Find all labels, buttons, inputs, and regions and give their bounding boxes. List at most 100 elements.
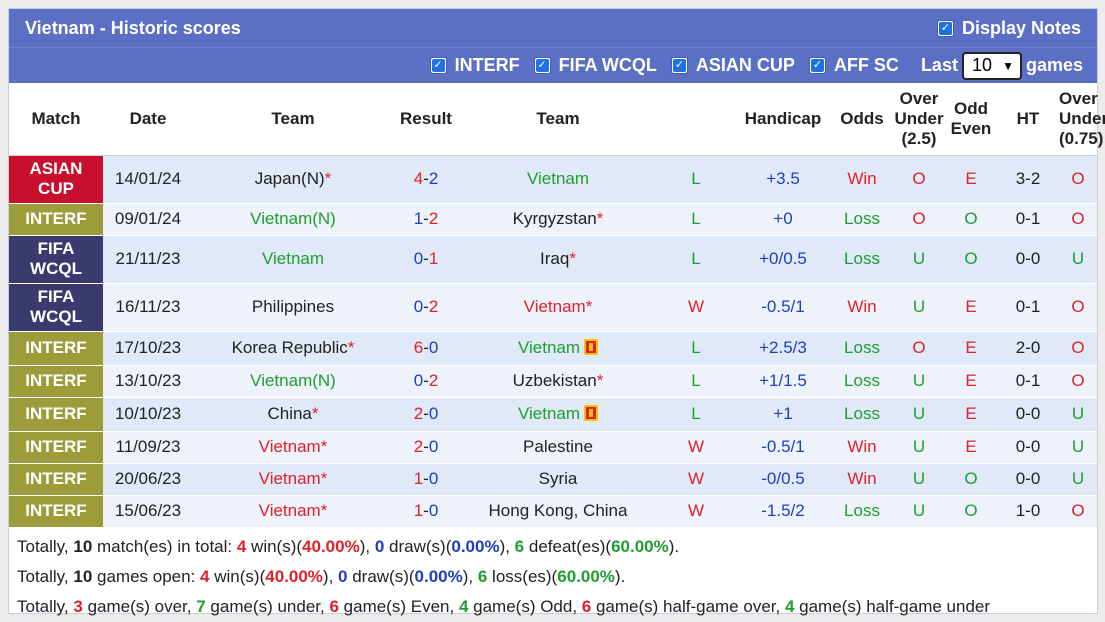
- away-team[interactable]: Kyrgyzstan*: [459, 203, 657, 236]
- odd-even-value: E: [945, 365, 997, 398]
- match-result[interactable]: 0-1: [393, 235, 459, 284]
- over-under-value: O: [893, 155, 945, 204]
- half-time-score: 2-0: [997, 331, 1059, 366]
- over-under-ht-value: U: [1059, 397, 1097, 432]
- competition-badge[interactable]: INTERF: [9, 331, 103, 366]
- filter-aff-sc-checkbox[interactable]: ✓: [808, 57, 826, 74]
- table-header-row: Match Date Team Result Team Handicap Odd…: [9, 83, 1105, 156]
- filter-fifa-wcql-checkbox[interactable]: ✓: [533, 57, 551, 74]
- title-bar: Vietnam - Historic scores ✓ Display Note…: [9, 9, 1097, 47]
- filter-fifa-wcql-label: FIFA WCQL: [558, 55, 657, 75]
- match-date: 15/06/23: [103, 495, 193, 528]
- match-result[interactable]: 2-0: [393, 397, 459, 432]
- away-team[interactable]: Vietnam: [459, 397, 657, 432]
- table-row[interactable]: INTERF 09/01/24 Vietnam(N) 1-2 Kyrgyzstan* L +…: [9, 203, 1097, 236]
- match-result[interactable]: 1-2: [393, 203, 459, 236]
- table-row[interactable]: INTERF 10/10/23 China* 2-0 Vietnam L +1 Loss U E 0…: [9, 397, 1097, 432]
- display-notes-checkbox[interactable]: ✓: [936, 19, 954, 37]
- odds-value: Loss: [831, 495, 893, 528]
- away-team[interactable]: Vietnam*: [459, 283, 657, 332]
- home-team[interactable]: Vietnam*: [193, 495, 393, 528]
- competition-badge[interactable]: INTERF: [9, 431, 103, 464]
- home-team[interactable]: Japan(N)*: [193, 155, 393, 204]
- table-row[interactable]: INTERF 17/10/23 Korea Republic* 6-0 Vietnam L…: [9, 331, 1097, 366]
- away-team[interactable]: Vietnam: [459, 331, 657, 366]
- competition-badge[interactable]: INTERF: [9, 495, 103, 528]
- odds-value: Loss: [831, 235, 893, 284]
- table-row[interactable]: FIFA WCQL 16/11/23 Philippines 0-2 Vietnam* W -…: [9, 283, 1097, 332]
- odds-value: Loss: [831, 203, 893, 236]
- match-date: 11/09/23: [103, 431, 193, 464]
- match-result[interactable]: 2-0: [393, 431, 459, 464]
- match-result[interactable]: 4-2: [393, 155, 459, 204]
- competition-badge[interactable]: INTERF: [9, 365, 103, 398]
- match-date: 17/10/23: [103, 331, 193, 366]
- match-date: 20/06/23: [103, 463, 193, 496]
- over-under-value: U: [893, 463, 945, 496]
- match-result[interactable]: 1-0: [393, 495, 459, 528]
- match-result[interactable]: 0-2: [393, 283, 459, 332]
- away-team[interactable]: Iraq*: [459, 235, 657, 284]
- col-ht: HT: [997, 83, 1059, 156]
- away-team[interactable]: Vietnam: [459, 155, 657, 204]
- filter-asian-cup-checkbox[interactable]: ✓: [670, 57, 688, 74]
- filter-interf-checkbox[interactable]: ✓: [429, 57, 447, 74]
- away-team[interactable]: Palestine: [459, 431, 657, 464]
- match-result[interactable]: 6-0: [393, 331, 459, 366]
- competition-badge[interactable]: INTERF: [9, 203, 103, 236]
- half-time-score: 0-0: [997, 431, 1059, 464]
- col-team-away: Team: [459, 83, 657, 156]
- table-row[interactable]: INTERF 15/06/23 Vietnam* 1-0 Hong Kong, Chin…: [9, 495, 1097, 528]
- over-under-value: O: [893, 203, 945, 236]
- table-row[interactable]: FIFA WCQL 21/11/23 Vietnam 0-1 Iraq* L +0/0.5 Lo…: [9, 235, 1097, 284]
- filter-aff-sc[interactable]: ✓ AFF SC: [808, 55, 899, 76]
- half-time-score: 3-2: [997, 155, 1059, 204]
- handicap-value: +0: [735, 203, 831, 236]
- last-games-value: 10: [971, 55, 992, 75]
- home-team[interactable]: Vietnam: [193, 235, 393, 284]
- away-team[interactable]: Uzbekistan*: [459, 365, 657, 398]
- filter-fifa-wcql[interactable]: ✓ FIFA WCQL: [533, 55, 657, 76]
- table-row[interactable]: INTERF 20/06/23 Vietnam* 1-0 Syria W -0/0.5 Win…: [9, 463, 1097, 496]
- home-team[interactable]: Vietnam(N): [193, 365, 393, 398]
- match-result[interactable]: 0-2: [393, 365, 459, 398]
- competition-badge[interactable]: FIFA WCQL: [9, 235, 103, 284]
- over-under-value: U: [893, 283, 945, 332]
- home-team[interactable]: China*: [193, 397, 393, 432]
- odd-even-value: E: [945, 155, 997, 204]
- home-team[interactable]: Vietnam*: [193, 463, 393, 496]
- competition-badge[interactable]: INTERF: [9, 463, 103, 496]
- odd-even-value: O: [945, 203, 997, 236]
- competition-badge[interactable]: INTERF: [9, 397, 103, 432]
- last-games-select[interactable]: 10 ▼: [961, 51, 1022, 80]
- table-row[interactable]: ASIAN CUP 14/01/24 Japan(N)* 4-2 Vietnam L +3.5…: [9, 155, 1097, 204]
- away-team[interactable]: Syria: [459, 463, 657, 496]
- table-row[interactable]: INTERF 13/10/23 Vietnam(N) 0-2 Uzbekistan* L +…: [9, 365, 1097, 398]
- table-row[interactable]: INTERF 11/09/23 Vietnam* 2-0 Palestine W -0.5/…: [9, 431, 1097, 464]
- home-team[interactable]: Philippines: [193, 283, 393, 332]
- win-loss: L: [657, 203, 735, 236]
- odds-value: Win: [831, 155, 893, 204]
- odds-value: Win: [831, 431, 893, 464]
- competition-badge[interactable]: ASIAN CUP: [9, 155, 103, 204]
- over-under-ht-value: O: [1059, 331, 1097, 366]
- odd-even-value: E: [945, 331, 997, 366]
- competition-badge[interactable]: FIFA WCQL: [9, 283, 103, 332]
- handicap-value: -1.5/2: [735, 495, 831, 528]
- away-team[interactable]: Hong Kong, China: [459, 495, 657, 528]
- filter-interf[interactable]: ✓ INTERF: [429, 55, 520, 76]
- last-games-control: Last 10 ▼ games: [921, 51, 1083, 80]
- home-team[interactable]: Vietnam*: [193, 431, 393, 464]
- display-notes-toggle[interactable]: ✓ Display Notes: [936, 18, 1081, 39]
- home-team[interactable]: Korea Republic*: [193, 331, 393, 366]
- filter-interf-label: INTERF: [454, 55, 520, 75]
- summary: Totally, 10 match(es) in total: 4 win(s)…: [9, 528, 1097, 622]
- match-date: 09/01/24: [103, 203, 193, 236]
- home-team[interactable]: Vietnam(N): [193, 203, 393, 236]
- handicap-value: -0.5/1: [735, 431, 831, 464]
- over-under-value: U: [893, 235, 945, 284]
- check-icon: ✓: [535, 59, 549, 72]
- filter-asian-cup[interactable]: ✓ ASIAN CUP: [670, 55, 795, 76]
- col-over-under-ht: Over Under (0.75): [1059, 83, 1105, 156]
- match-result[interactable]: 1-0: [393, 463, 459, 496]
